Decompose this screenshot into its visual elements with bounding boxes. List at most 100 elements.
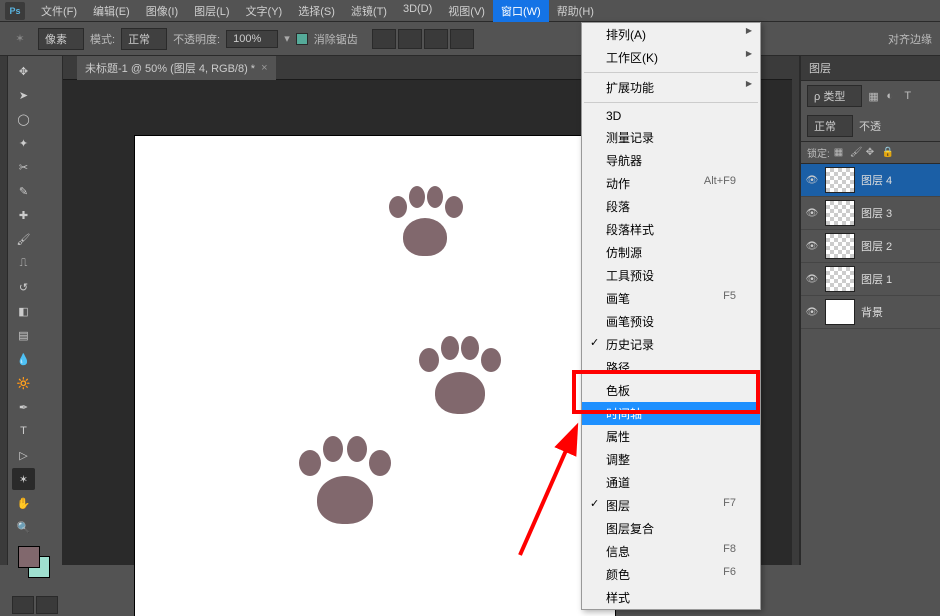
direct-select-tool[interactable]: ▷	[12, 444, 35, 466]
menu-entry[interactable]: 测量记录	[582, 126, 760, 149]
antialias-checkbox[interactable]	[296, 33, 308, 45]
menu-entry[interactable]: 信息F8	[582, 540, 760, 563]
screen-mode-toggle[interactable]	[36, 596, 58, 614]
dodge-tool[interactable]: 🔆	[12, 372, 35, 394]
move-tool[interactable]: ✥	[12, 60, 35, 82]
lock-transparent-icon[interactable]: ▦	[834, 147, 846, 159]
menu-item-1[interactable]: 编辑(E)	[85, 0, 138, 22]
healing-tool[interactable]: ✚	[12, 204, 35, 226]
layer-thumbnail[interactable]	[825, 167, 855, 193]
unit-select[interactable]: 像素	[38, 28, 84, 50]
menu-entry[interactable]: 属性	[582, 425, 760, 448]
menu-entry[interactable]: 色板	[582, 379, 760, 402]
path-op-1[interactable]	[372, 29, 396, 49]
menu-entry[interactable]: 调整	[582, 448, 760, 471]
brush-tool[interactable]: 🖌	[12, 228, 35, 250]
lasso-tool[interactable]: ◯	[12, 108, 35, 130]
menu-entry[interactable]: 扩展功能	[582, 76, 760, 99]
left-dock-strip	[0, 56, 8, 565]
menu-entry[interactable]: 仿制源	[582, 241, 760, 264]
menu-entry[interactable]: 颜色F6	[582, 563, 760, 586]
menu-item-3[interactable]: 图层(L)	[186, 0, 237, 22]
layer-filter-select[interactable]: ρ 类型	[807, 85, 862, 107]
visibility-toggle-icon[interactable]: 👁	[805, 174, 819, 186]
eraser-tool[interactable]: ◧	[12, 300, 35, 322]
menu-entry[interactable]: 导航器	[582, 149, 760, 172]
menu-item-6[interactable]: 滤镜(T)	[343, 0, 395, 22]
path-select-tool[interactable]: ➤	[12, 84, 35, 106]
layer-row[interactable]: 👁图层 1	[801, 263, 940, 296]
lock-position-icon[interactable]: ✥	[866, 147, 878, 159]
layer-name: 图层 3	[861, 205, 892, 221]
layer-thumbnail[interactable]	[825, 266, 855, 292]
visibility-toggle-icon[interactable]: 👁	[805, 240, 819, 252]
menu-entry[interactable]: 通道	[582, 471, 760, 494]
eyedropper-tool[interactable]: ✎	[12, 180, 35, 202]
menu-entry[interactable]: 工作区(K)	[582, 46, 760, 69]
menu-entry[interactable]: 3D	[582, 106, 760, 126]
layer-thumbnail[interactable]	[825, 233, 855, 259]
menu-item-10[interactable]: 帮助(H)	[549, 0, 602, 22]
menu-entry[interactable]: 段落样式	[582, 218, 760, 241]
filter-type-icon[interactable]: T	[904, 90, 916, 102]
tool-preset-icon[interactable]: ✶	[8, 27, 32, 51]
visibility-toggle-icon[interactable]: 👁	[805, 306, 819, 318]
menu-entry[interactable]: 排列(A)	[582, 23, 760, 46]
layer-row[interactable]: 👁 图层 3	[801, 197, 940, 230]
menu-item-4[interactable]: 文字(Y)	[238, 0, 291, 22]
menu-entry[interactable]: 路径	[582, 356, 760, 379]
filter-adjust-icon[interactable]: ◐	[886, 90, 898, 102]
path-op-4[interactable]	[450, 29, 474, 49]
menu-entry[interactable]: 样式	[582, 586, 760, 609]
layer-name: 图层 2	[861, 238, 892, 254]
layer-row[interactable]: 👁 图层 2	[801, 230, 940, 263]
menu-item-5[interactable]: 选择(S)	[290, 0, 343, 22]
menu-entry[interactable]: 画笔F5	[582, 287, 760, 310]
stamp-tool[interactable]: ⎍	[12, 252, 35, 274]
visibility-toggle-icon[interactable]: 👁	[805, 207, 819, 219]
layers-panel-tab[interactable]: 图层	[801, 56, 940, 81]
menu-entry[interactable]: 历史记录	[582, 333, 760, 356]
quick-mask-toggle[interactable]	[12, 596, 34, 614]
visibility-toggle-icon[interactable]: 👁	[805, 273, 819, 285]
layer-row[interactable]: 👁背景	[801, 296, 940, 329]
layer-thumbnail[interactable]	[825, 299, 855, 325]
gradient-tool[interactable]: ▤	[12, 324, 35, 346]
menu-entry[interactable]: 画笔预设	[582, 310, 760, 333]
menu-entry[interactable]: 图层复合	[582, 517, 760, 540]
filter-pixel-icon[interactable]: ▦	[868, 90, 880, 102]
menu-item-0[interactable]: 文件(F)	[33, 0, 85, 22]
magic-wand-tool[interactable]: ✦	[12, 132, 35, 154]
hand-tool[interactable]: ✋	[12, 492, 35, 514]
lock-all-icon[interactable]: 🔒	[882, 147, 894, 159]
path-op-3[interactable]	[424, 29, 448, 49]
menu-entry[interactable]: 动作Alt+F9	[582, 172, 760, 195]
menu-item-8[interactable]: 视图(V)	[440, 0, 493, 22]
history-brush-tool[interactable]: ↺	[12, 276, 35, 298]
menu-item-7[interactable]: 3D(D)	[395, 0, 440, 22]
layer-row[interactable]: 👁图层 4	[801, 164, 940, 197]
menu-entry[interactable]: 时间轴	[582, 402, 760, 425]
document-tab[interactable]: 未标题-1 @ 50% (图层 4, RGB/8) * ×	[77, 56, 276, 80]
shape-tool[interactable]: ✶	[12, 468, 35, 490]
path-op-2[interactable]	[398, 29, 422, 49]
blend-mode-select[interactable]: 正常	[807, 115, 853, 137]
zoom-tool[interactable]: 🔍	[12, 516, 35, 538]
antialias-label: 消除锯齿	[314, 31, 358, 47]
menu-item-9[interactable]: 窗口(W)	[493, 0, 549, 22]
close-tab-icon[interactable]: ×	[261, 62, 267, 74]
menu-entry[interactable]: 段落	[582, 195, 760, 218]
opacity-select[interactable]: 100%	[226, 30, 278, 48]
opacity-arrow-icon[interactable]: ▾	[284, 32, 290, 45]
pen-tool[interactable]: ✒	[12, 396, 35, 418]
layer-thumbnail[interactable]	[825, 200, 855, 226]
menu-entry[interactable]: 图层F7	[582, 494, 760, 517]
type-tool[interactable]: T	[12, 420, 35, 442]
menu-entry[interactable]: 工具预设	[582, 264, 760, 287]
mode-select[interactable]: 正常	[121, 28, 167, 50]
menu-item-2[interactable]: 图像(I)	[138, 0, 186, 22]
lock-paint-icon[interactable]: 🖌	[850, 147, 862, 159]
path-ops-group	[372, 29, 474, 49]
crop-tool[interactable]: ✂	[12, 156, 35, 178]
blur-tool[interactable]: 💧	[12, 348, 35, 370]
